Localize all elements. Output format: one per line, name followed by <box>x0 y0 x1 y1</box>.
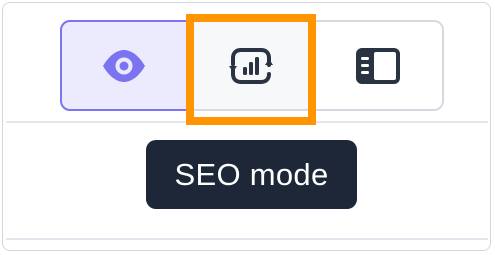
eye-icon <box>101 49 147 83</box>
sidebar-panel-icon <box>355 47 401 85</box>
divider <box>6 238 488 240</box>
seo-chart-icon <box>229 46 273 86</box>
tooltip: SEO mode <box>146 140 357 209</box>
view-mode-toggle-group <box>60 20 444 111</box>
sidebar-mode-button[interactable] <box>314 20 444 111</box>
preview-mode-button[interactable] <box>60 20 188 111</box>
seo-mode-button[interactable] <box>186 20 316 111</box>
divider <box>6 121 488 123</box>
